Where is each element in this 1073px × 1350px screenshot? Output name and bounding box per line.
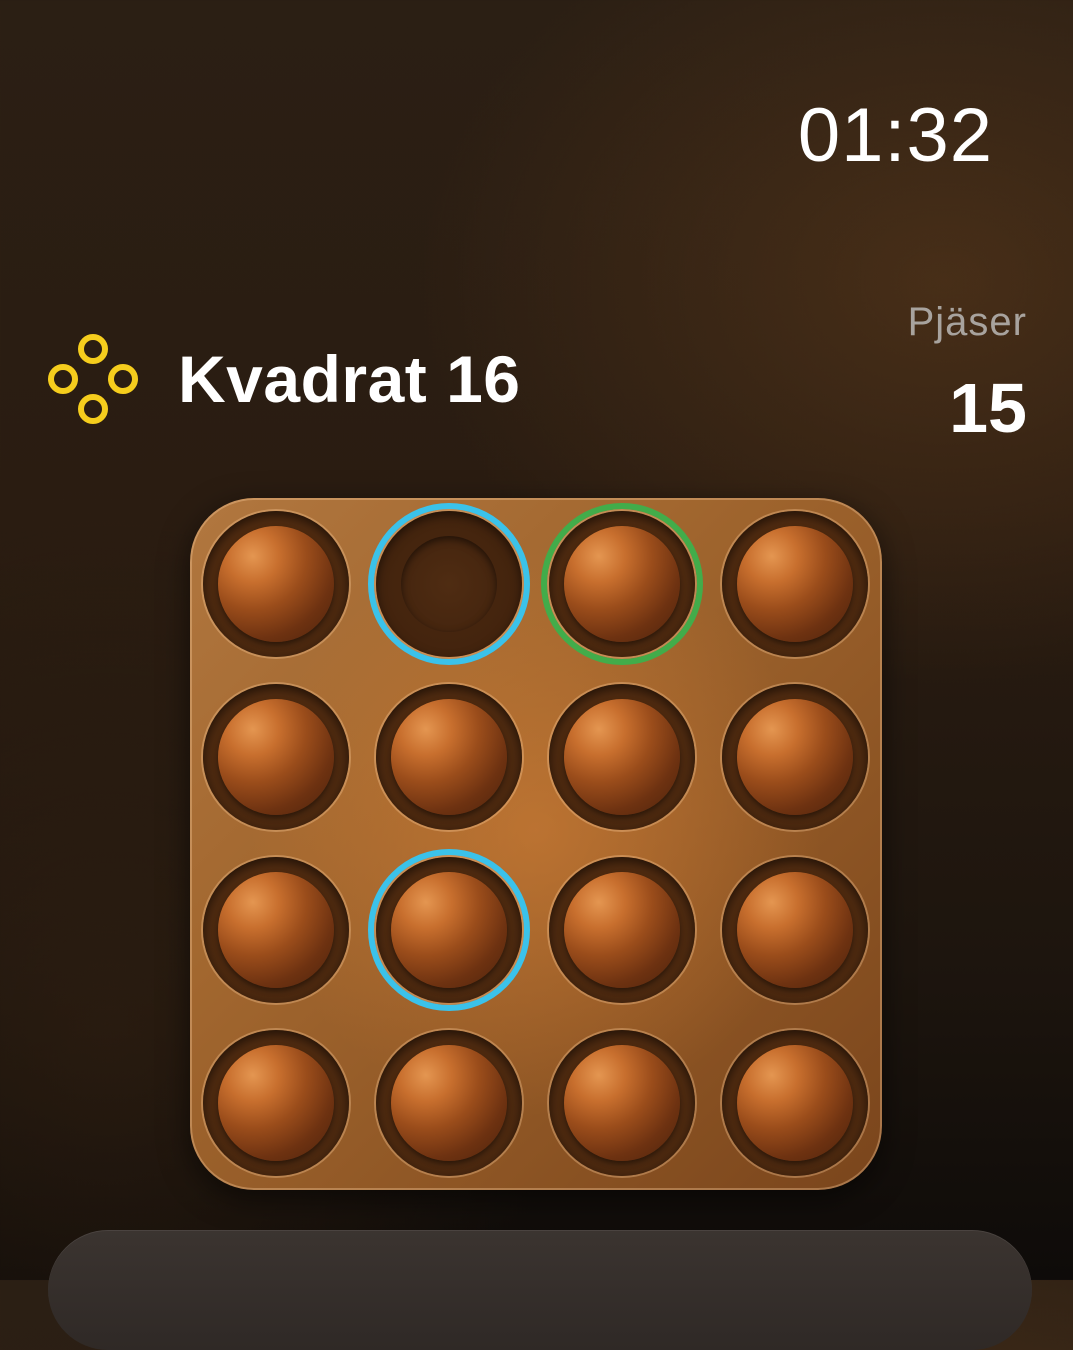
board-hole-r1-c2[interactable]	[368, 503, 530, 665]
status-time: 01:32	[797, 93, 993, 178]
peg[interactable]	[737, 1045, 853, 1161]
board-hole-r1-c4[interactable]	[722, 511, 868, 657]
peg[interactable]	[737, 699, 853, 815]
peg[interactable]	[391, 872, 507, 988]
board-hole-r3-c2[interactable]	[368, 849, 530, 1011]
board-hole-r1-c3[interactable]	[541, 503, 703, 665]
pieces-label: Pjäser	[907, 300, 1027, 344]
board-hole-r2-c2[interactable]	[376, 684, 522, 830]
peg[interactable]	[564, 872, 680, 988]
board-hole-r4-c4[interactable]	[722, 1030, 868, 1176]
peg[interactable]	[564, 1045, 680, 1161]
board-hole-r2-c1[interactable]	[203, 684, 349, 830]
peg[interactable]	[737, 526, 853, 642]
peg[interactable]	[218, 526, 334, 642]
board-hole-r1-c1[interactable]	[203, 511, 349, 657]
four-circles-icon	[48, 334, 138, 424]
pieces-count: 15	[949, 369, 1027, 447]
peg[interactable]	[218, 1045, 334, 1161]
board-hole-r3-c1[interactable]	[203, 857, 349, 1003]
peg[interactable]	[391, 699, 507, 815]
board-hole-r4-c1[interactable]	[203, 1030, 349, 1176]
board-hole-r2-c4[interactable]	[722, 684, 868, 830]
board-hole-r3-c4[interactable]	[722, 857, 868, 1003]
board-hole-r4-c3[interactable]	[549, 1030, 695, 1176]
board-hole-r4-c2[interactable]	[376, 1030, 522, 1176]
bottom-panel[interactable]	[48, 1230, 1032, 1350]
board-hole-r2-c3[interactable]	[549, 684, 695, 830]
puzzle-title: Kvadrat 16	[178, 342, 521, 416]
empty-slot	[401, 536, 497, 632]
game-board	[190, 498, 882, 1190]
peg[interactable]	[391, 1045, 507, 1161]
peg[interactable]	[218, 872, 334, 988]
puzzle-header: Kvadrat 16	[46, 332, 521, 426]
board-hole-r3-c3[interactable]	[549, 857, 695, 1003]
peg[interactable]	[218, 699, 334, 815]
peg[interactable]	[564, 526, 680, 642]
peg[interactable]	[564, 699, 680, 815]
peg[interactable]	[737, 872, 853, 988]
